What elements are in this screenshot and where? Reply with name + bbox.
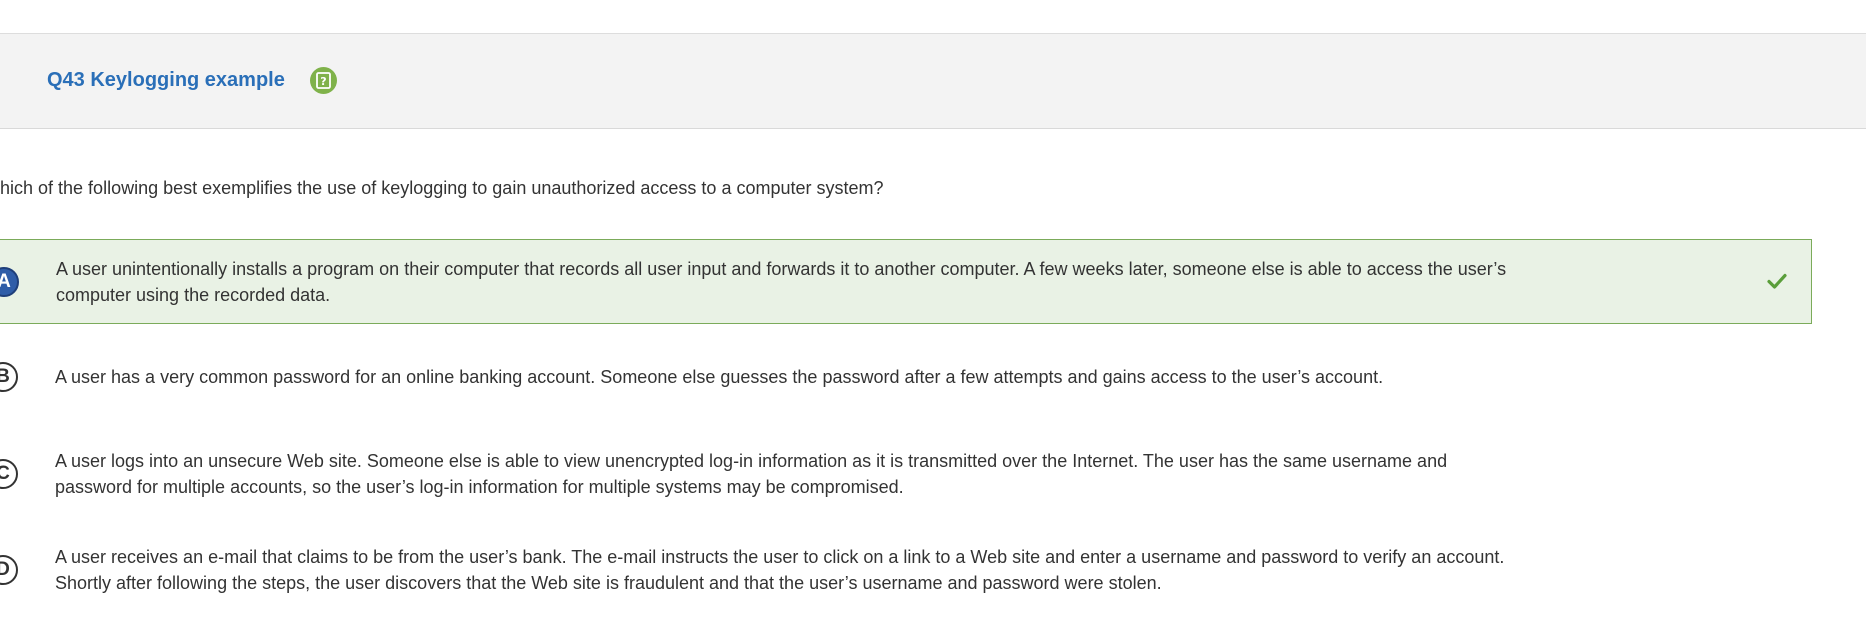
answer-option-b[interactable]: B A user has a very common password for … — [0, 338, 1812, 417]
correct-check-icon — [1767, 273, 1787, 289]
option-letter-c: C — [0, 459, 18, 489]
option-text-a: A user unintentionally installs a progra… — [56, 259, 1507, 305]
option-text-b: A user has a very common password for an… — [55, 367, 1384, 387]
option-text-d: A user receives an e-mail that claims to… — [55, 547, 1505, 593]
top-strip — [0, 0, 1866, 34]
answer-option-a[interactable]: A A user unintentionally installs a prog… — [0, 239, 1812, 324]
answer-option-c[interactable]: C A user logs into an unsecure Web site.… — [0, 432, 1812, 516]
question-title: Q43 Keylogging example — [47, 69, 285, 91]
question-prompt: hich of the following best exemplifies t… — [0, 178, 884, 198]
option-letter-a: A — [0, 267, 19, 297]
question-help-icon[interactable]: ? — [310, 67, 337, 94]
svg-text:?: ? — [320, 75, 326, 88]
option-letter-d: D — [0, 555, 18, 585]
option-letter-b: B — [0, 362, 18, 392]
answer-option-d[interactable]: D A user receives an e-mail that claims … — [0, 528, 1812, 616]
option-text-c: A user logs into an unsecure Web site. S… — [55, 451, 1448, 497]
